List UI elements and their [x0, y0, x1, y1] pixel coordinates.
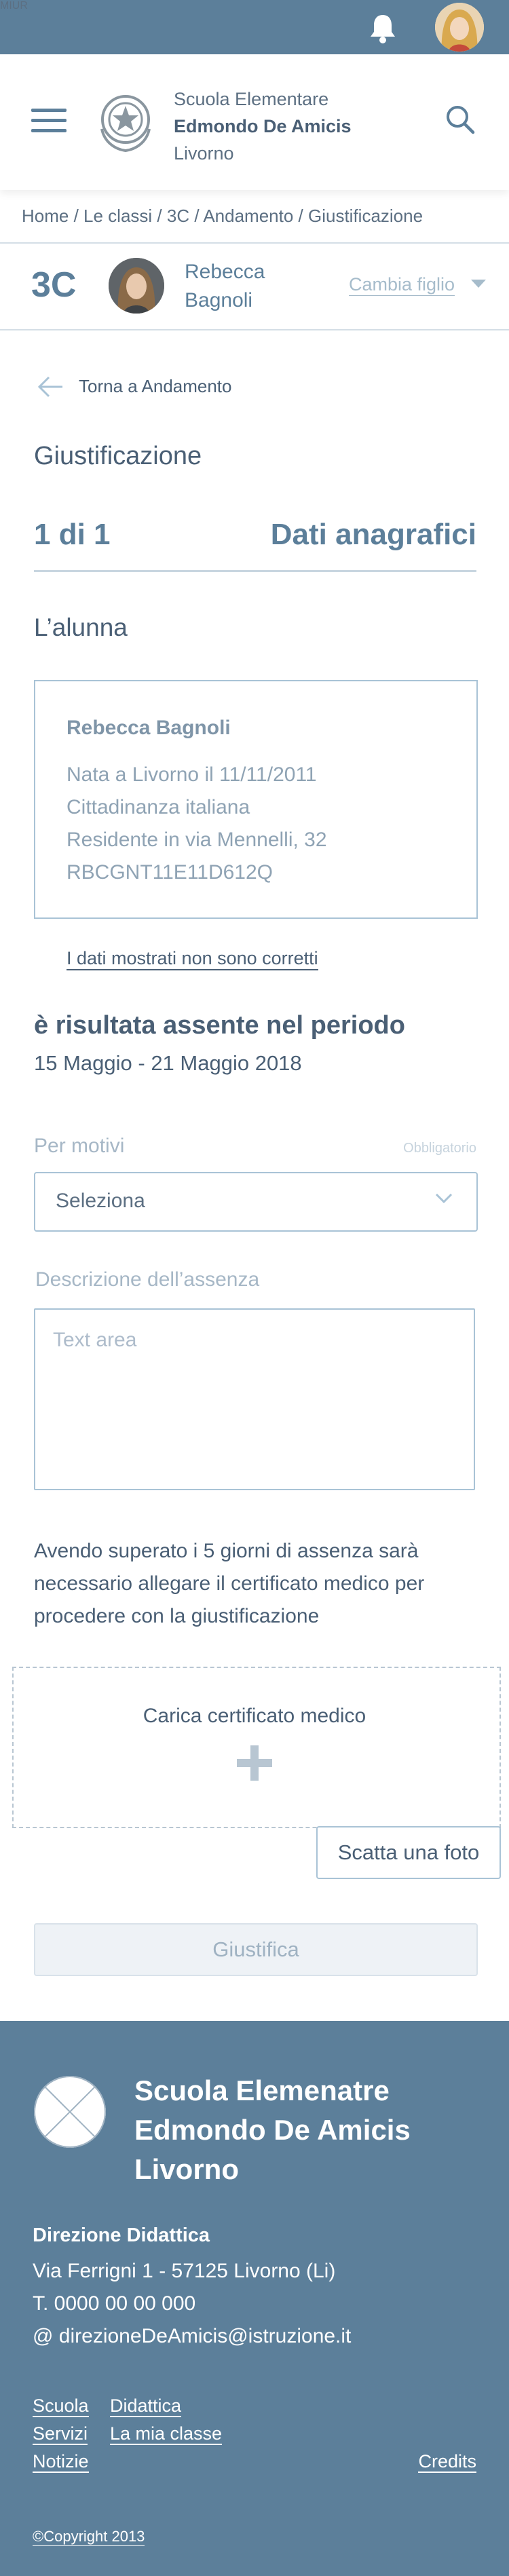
page-title: Giustificazione [34, 442, 202, 470]
breadcrumb[interactable]: Home / Le classi / 3C / Andamento / Gius… [22, 206, 423, 227]
footer-link-credits[interactable]: Credits [418, 2451, 476, 2473]
back-link[interactable]: Torna a Andamento [79, 376, 232, 397]
chevron-down-icon[interactable] [471, 280, 486, 288]
reasons-select-value[interactable]: Seleziona [56, 1190, 145, 1213]
footer-school-line2: Edmondo De Amicis [134, 2114, 411, 2146]
footer-link-servizi[interactable]: Servizi [33, 2423, 88, 2445]
student-address: Residente in via Mennelli, 32 [67, 829, 327, 851]
take-photo-button[interactable]: Scatta una foto [316, 1826, 501, 1879]
student-avatar [109, 258, 164, 314]
brand-label[interactable]: MIUR [0, 0, 28, 12]
student-last-name: Bagnoli [185, 289, 253, 311]
justify-submit-button[interactable]: Giustifica [34, 1923, 478, 1976]
upload-label[interactable]: Carica certificato medico [0, 1705, 509, 1728]
school-name-line2: Edmondo De Amicis [174, 116, 352, 136]
change-child-link[interactable]: Cambia figlio [349, 274, 455, 296]
republic-emblem-icon [95, 88, 156, 153]
plus-icon[interactable] [237, 1745, 272, 1781]
student-info-name: Rebecca Bagnoli [67, 717, 231, 739]
footer-link-la-mia-classe[interactable]: La mia classe [110, 2423, 223, 2445]
footer-link-scuola[interactable]: Scuola [33, 2395, 89, 2417]
wrong-data-link[interactable]: I dati mostrati non sono corretti [67, 948, 318, 970]
school-name-line3: Livorno [174, 143, 234, 164]
footer-school-line3: Livorno [134, 2153, 239, 2185]
section-title-student: L’alunna [34, 613, 128, 641]
step-divider [34, 570, 476, 572]
footer-school-line1: Scuola Elemenatre [134, 2075, 390, 2106]
step-counter: 1 di 1 [34, 518, 111, 551]
footer-direction-title: Direzione Didattica [33, 2224, 210, 2246]
student-name: Rebecca Bagnoli [185, 258, 265, 315]
footer-school-name: Scuola Elemenatre Edmondo De Amicis Livo… [134, 2071, 411, 2189]
top-bar [0, 0, 509, 54]
student-first-name: Rebecca [185, 261, 265, 283]
student-info-details: Nata a Livorno il 11/11/2011 Cittadinanz… [67, 759, 327, 889]
student-birth: Nata a Livorno il 11/11/2011 [67, 763, 317, 786]
footer-link-notizie[interactable]: Notizie [33, 2451, 89, 2473]
arrow-left-icon[interactable] [37, 375, 64, 398]
school-logo-placeholder-icon [33, 2075, 107, 2149]
student-fiscal-code: RBCGNT11E11D612Q [67, 861, 274, 884]
bell-icon[interactable] [365, 11, 400, 46]
step-title: Dati anagrafici [270, 518, 476, 551]
absence-period: 15 Maggio - 21 Maggio 2018 [34, 1051, 302, 1075]
footer-email[interactable]: @ direzioneDeAmicis@istruzione.it [33, 2320, 351, 2353]
search-icon[interactable] [445, 105, 475, 134]
user-avatar[interactable] [435, 3, 484, 52]
required-label: Obbligatorio [403, 1141, 476, 1156]
footer-contacts: Via Ferrigni 1 - 57125 Livorno (Li) T. 0… [33, 2255, 351, 2353]
school-name-line1: Scuola Elementare [174, 89, 329, 109]
description-textarea[interactable] [34, 1308, 475, 1490]
medical-certificate-notice: Avendo superato i 5 giorni di assenza sa… [34, 1540, 425, 1627]
footer-phone: T. 0000 00 00 000 [33, 2292, 196, 2315]
copyright-link[interactable]: ©Copyright 2013 [33, 2528, 145, 2546]
hamburger-menu-icon[interactable] [31, 109, 67, 133]
school-name: Scuola Elementare Edmondo De Amicis Livo… [174, 86, 352, 167]
class-code: 3C [31, 265, 77, 305]
chevron-down-icon[interactable] [434, 1192, 453, 1205]
footer-address: Via Ferrigni 1 - 57125 Livorno (Li) [33, 2260, 336, 2282]
description-label: Descrizione dell’assenza [35, 1268, 260, 1291]
reasons-label: Per motivi [34, 1135, 125, 1157]
absence-title: è risultata assente nel periodo [34, 1011, 405, 1040]
student-citizenship: Cittadinanza italiana [67, 796, 250, 818]
footer-link-didattica[interactable]: Didattica [110, 2395, 182, 2417]
